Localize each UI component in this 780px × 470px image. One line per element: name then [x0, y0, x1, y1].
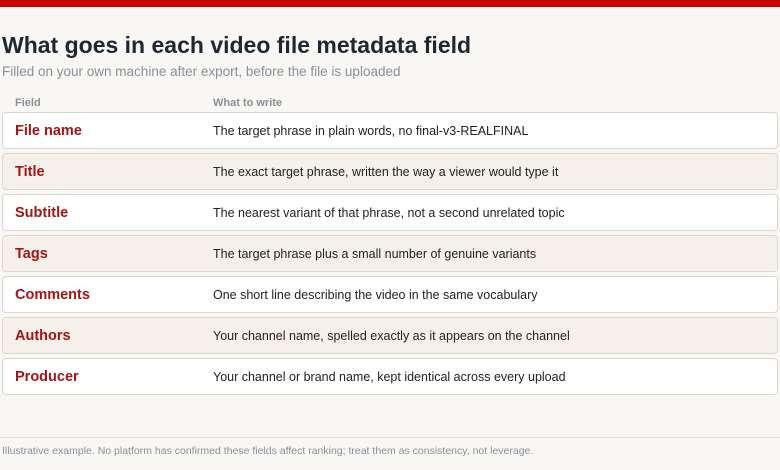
field-description: The nearest variant of that phrase, not …	[213, 205, 565, 220]
field-description: The target phrase in plain words, no fin…	[213, 123, 529, 138]
table-row: Subtitle The nearest variant of that phr…	[2, 194, 778, 231]
field-description: The exact target phrase, written the way…	[213, 164, 559, 179]
table-row: Producer Your channel or brand name, kep…	[2, 358, 778, 395]
field-description: One short line describing the video in t…	[213, 287, 538, 302]
field-name: Producer	[15, 368, 79, 385]
table-row: Authors Your channel name, spelled exact…	[2, 317, 778, 354]
field-name: File name	[15, 122, 82, 139]
table-row: Tags The target phrase plus a small numb…	[2, 235, 778, 272]
field-description: The target phrase plus a small number of…	[213, 246, 537, 261]
page-title: What goes in each video file metadata fi…	[2, 32, 472, 58]
page-subtitle: Filled on your own machine after export,…	[2, 64, 401, 79]
column-header-what-to-write: What to write	[213, 97, 283, 109]
footnote: Illustrative example. No platform has co…	[2, 445, 534, 457]
field-name: Title	[15, 163, 45, 180]
table-row: File name The target phrase in plain wor…	[2, 112, 778, 149]
top-accent-bar	[0, 0, 780, 7]
column-header-field: Field	[15, 97, 41, 109]
footer-divider	[0, 437, 780, 438]
field-description: Your channel name, spelled exactly as it…	[213, 328, 570, 343]
field-name: Tags	[15, 245, 48, 262]
field-description: Your channel or brand name, kept identic…	[213, 369, 566, 384]
field-name: Comments	[15, 286, 90, 303]
table-row: Comments One short line describing the v…	[2, 276, 778, 313]
metadata-table: File name The target phrase in plain wor…	[2, 112, 778, 399]
table-row: Title The exact target phrase, written t…	[2, 153, 778, 190]
field-name: Authors	[15, 327, 71, 344]
field-name: Subtitle	[15, 204, 69, 221]
